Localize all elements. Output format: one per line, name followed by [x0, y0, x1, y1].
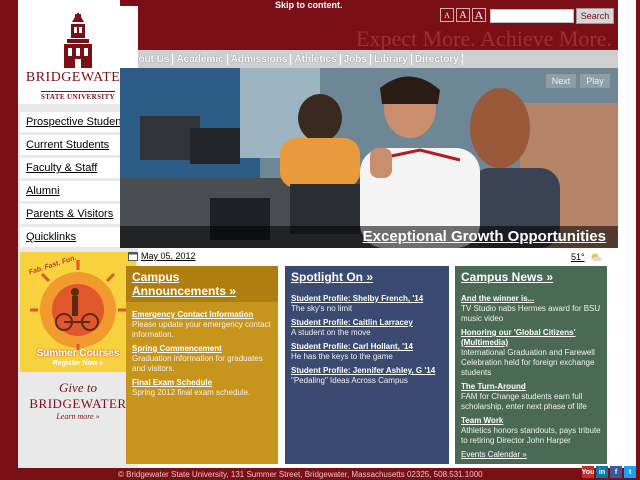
- entry-body: "Pedaling" Ideas Across Campus: [291, 376, 408, 385]
- slogan: Expect More. Achieve More.: [356, 26, 612, 51]
- list-item: Student Profile: Caitlin Larracey A stud…: [291, 318, 443, 338]
- search-input[interactable]: [490, 9, 574, 23]
- announcements-header: Campus Announcements »: [126, 266, 278, 302]
- youtube-icon[interactable]: You: [582, 466, 594, 478]
- entry-title[interactable]: Spring Commencement: [132, 344, 272, 354]
- nav-jobs[interactable]: Jobs: [341, 53, 371, 65]
- entry-title[interactable]: Student Profile: Carl Hollant, '14: [291, 342, 443, 352]
- announcements-panel: Campus Announcements » Emergency Contact…: [126, 266, 278, 464]
- nav-admissions[interactable]: Admissions: [228, 53, 292, 65]
- top-header: Skip to content. A A A Search Expect Mor…: [120, 0, 618, 51]
- next-button[interactable]: Next: [546, 74, 576, 88]
- linkedin-icon[interactable]: in: [596, 466, 608, 478]
- play-button[interactable]: Play: [580, 74, 610, 88]
- list-item: Spring Commencement Graduation informati…: [132, 344, 272, 374]
- entry-body: Athletics honors standouts, pays tribute…: [461, 426, 601, 445]
- font-size-small-button[interactable]: A: [440, 8, 454, 22]
- search-button[interactable]: Search: [576, 8, 614, 24]
- entry-title[interactable]: Student Profile: Jennifer Ashley, G '14: [291, 366, 443, 376]
- footer-address: © Bridgewater State University, 131 Summ…: [118, 470, 483, 479]
- footer: © Bridgewater State University, 131 Summ…: [0, 468, 640, 480]
- nav-current-students[interactable]: Current Students: [20, 135, 136, 155]
- nav-athletics[interactable]: Athletics: [291, 53, 341, 65]
- entry-title[interactable]: Honoring our 'Global Citizens' (Multimed…: [461, 328, 601, 348]
- list-item: Student Profile: Carl Hollant, '14 He ha…: [291, 342, 443, 362]
- entry-title[interactable]: Emergency Contact Information: [132, 310, 272, 320]
- give-learn-more[interactable]: Learn more »: [20, 412, 136, 421]
- promo-cta[interactable]: Register Now »: [20, 360, 136, 367]
- font-size-controls: A A A: [440, 8, 486, 22]
- twitter-icon[interactable]: t: [624, 466, 636, 478]
- nav-label: Alumni: [26, 185, 60, 197]
- facebook-icon[interactable]: f: [610, 466, 622, 478]
- entry-body: The sky's no limit: [291, 304, 353, 313]
- nav-label: Parents & Visitors: [26, 208, 114, 220]
- give-banner[interactable]: Give to BRIDGEWATER Learn more »: [20, 374, 136, 434]
- entry-body: Graduation information for graduates and…: [132, 354, 263, 373]
- spotlight-title[interactable]: Spotlight On »: [291, 270, 443, 284]
- nav-academic[interactable]: Academic: [173, 53, 228, 65]
- entry-body: FAM for Change students earn full schola…: [461, 392, 587, 411]
- list-item: Final Exam Schedule Spring 2012 final ex…: [132, 378, 272, 398]
- entry-body: International Graduation and Farewell Ce…: [461, 348, 595, 377]
- nav-quicklinks[interactable]: Quicklinks»: [20, 227, 136, 247]
- summer-courses-promo[interactable]: Fab. Fast. Fun. Summer Courses Register …: [20, 252, 136, 372]
- hero-caption[interactable]: Exceptional Growth Opportunities: [120, 226, 618, 248]
- main-nav: About Us Academic Admissions Athletics J…: [120, 50, 618, 68]
- entry-title[interactable]: The Turn-Around: [461, 382, 601, 392]
- entry-body: He has the keys to the game: [291, 352, 393, 361]
- font-size-medium-button[interactable]: A: [456, 8, 470, 22]
- give-line1: Give to: [59, 380, 97, 395]
- entry-title[interactable]: Student Profile: Shelby French, '14: [291, 294, 443, 304]
- skip-link[interactable]: Skip to content.: [275, 0, 343, 10]
- calendar-icon: [128, 252, 138, 261]
- entry-body: A student on the move: [291, 328, 371, 337]
- announcements-title[interactable]: Campus Announcements »: [132, 270, 272, 298]
- list-item: Emergency Contact Information Please upd…: [132, 310, 272, 340]
- nav-alumni[interactable]: Alumni: [20, 181, 136, 201]
- entry-body: TV Studio nabs Hermes award for BSU musi…: [461, 304, 601, 323]
- nav-label: Quicklinks: [26, 231, 77, 243]
- list-item: Student Profile: Jennifer Ashley, G '14 …: [291, 366, 443, 386]
- temperature: 51°: [571, 252, 585, 262]
- nav-parents-visitors[interactable]: Parents & Visitors: [20, 204, 136, 224]
- news-title[interactable]: Campus News »: [461, 270, 601, 284]
- audience-nav: Prospective Students Current Students Fa…: [20, 112, 136, 250]
- promo-title: Summer Courses: [36, 348, 120, 359]
- nav-label: Prospective Students: [26, 116, 130, 128]
- nav-directory[interactable]: Directory: [412, 53, 463, 65]
- date-text: May 05, 2012: [141, 251, 196, 261]
- weather-display[interactable]: 51°: [571, 252, 602, 262]
- hero-photo: [120, 68, 618, 248]
- entry-title[interactable]: Team Work: [461, 416, 601, 426]
- spotlight-panel: Spotlight On » Student Profile: Shelby F…: [285, 266, 449, 464]
- entry-title[interactable]: Student Profile: Caitlin Larracey: [291, 318, 443, 328]
- events-calendar-link[interactable]: Events Calendar »: [461, 450, 601, 459]
- font-size-large-button[interactable]: A: [472, 8, 486, 22]
- weather-sun-icon: [591, 253, 602, 262]
- entry-body: Spring 2012 final exam schedule.: [132, 388, 251, 397]
- nav-faculty-staff[interactable]: Faculty & Staff: [20, 158, 136, 178]
- list-item: Honoring our 'Global Citizens' (Multimed…: [461, 328, 601, 378]
- entry-title[interactable]: And the winner is...: [461, 294, 601, 304]
- nav-label: Current Students: [26, 139, 110, 151]
- nav-prospective-students[interactable]: Prospective Students: [20, 112, 136, 132]
- social-links: You in f t: [582, 466, 636, 478]
- hero-slideshow[interactable]: Next Play Exceptional Growth Opportuniti…: [120, 68, 618, 248]
- list-item: Team Work Athletics honors standouts, pa…: [461, 416, 601, 446]
- logo-subtitle: STATE UNIVERSITY: [40, 91, 116, 101]
- list-item: The Turn-Around FAM for Change students …: [461, 382, 601, 412]
- nav-label: Faculty & Staff: [26, 162, 98, 174]
- entry-body: Please update your emergency contact inf…: [132, 320, 271, 339]
- slideshow-controls: Next Play: [546, 74, 610, 88]
- entry-title[interactable]: Final Exam Schedule: [132, 378, 272, 388]
- tower-icon: [64, 12, 92, 68]
- list-item: Student Profile: Shelby French, '14 The …: [291, 294, 443, 314]
- date-display: May 05, 2012: [128, 251, 196, 261]
- list-item: And the winner is... TV Studio nabs Herm…: [461, 294, 601, 324]
- nav-library[interactable]: Library: [371, 53, 412, 65]
- news-panel: Campus News » And the winner is... TV St…: [455, 266, 607, 464]
- give-line2: BRIDGEWATER: [29, 396, 127, 411]
